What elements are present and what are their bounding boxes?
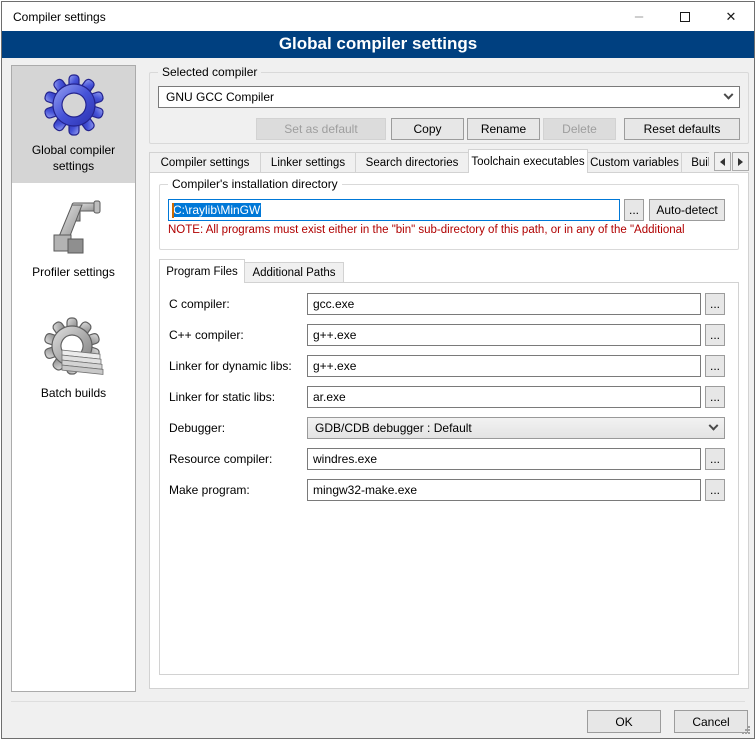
chevron-down-icon xyxy=(709,420,719,430)
maximize-icon[interactable] xyxy=(662,2,708,31)
delete-button: Delete xyxy=(543,118,616,140)
sidebar-item-profiler-settings[interactable]: Profiler settings xyxy=(12,188,135,289)
settings-category-list: Global compiler settings Profile xyxy=(11,65,136,692)
resource-compiler-input[interactable] xyxy=(307,448,701,470)
tab-scroll-right-icon[interactable] xyxy=(732,152,749,171)
caliper-icon xyxy=(42,195,106,259)
group-label: Compiler's installation directory xyxy=(168,177,342,191)
footer-separator xyxy=(11,701,745,702)
close-icon[interactable]: ✕ xyxy=(708,2,754,31)
compiler-select-value: GNU GCC Compiler xyxy=(166,90,274,104)
text-cursor xyxy=(172,203,174,218)
maximize-glyph xyxy=(680,12,690,22)
cpp-compiler-input[interactable] xyxy=(307,324,701,346)
gear-gray-icon xyxy=(42,316,106,380)
field-label: Linker for dynamic libs: xyxy=(169,359,307,373)
set-as-default-button: Set as default xyxy=(256,118,386,140)
field-label: C++ compiler: xyxy=(169,328,307,342)
window-title: Compiler settings xyxy=(2,10,106,24)
dynamic-linker-browse-button[interactable]: ... xyxy=(705,355,725,377)
copy-button[interactable]: Copy xyxy=(391,118,464,140)
static-linker-row: Linker for static libs: ... xyxy=(169,386,725,408)
tab-linker-settings[interactable]: Linker settings xyxy=(260,152,356,173)
c-compiler-row: C compiler: ... xyxy=(169,293,725,315)
toolchain-executables-page: Compiler's installation directory C:\ray… xyxy=(149,172,749,689)
left-arrow-glyph xyxy=(720,158,725,166)
dynamic-linker-input[interactable] xyxy=(307,355,701,377)
make-program-browse-button[interactable]: ... xyxy=(705,479,725,501)
tab-toolchain-executables[interactable]: Toolchain executables xyxy=(468,149,588,173)
resource-compiler-row: Resource compiler: ... xyxy=(169,448,725,470)
cpp-compiler-row: C++ compiler: ... xyxy=(169,324,725,346)
gear-blue-icon xyxy=(42,73,106,137)
sidebar-item-label: Profiler settings xyxy=(32,264,115,280)
c-compiler-browse-button[interactable]: ... xyxy=(705,293,725,315)
reset-defaults-button[interactable]: Reset defaults xyxy=(624,118,740,140)
sidebar-item-label: Global compiler settings xyxy=(15,142,132,174)
field-label: Linker for static libs: xyxy=(169,390,307,404)
tab-scroll-left-icon[interactable] xyxy=(714,152,731,171)
files-tabstrip: Program Files Additional Paths xyxy=(159,259,748,283)
browse-directory-button[interactable]: ... xyxy=(624,199,644,221)
debugger-select-value: GDB/CDB debugger : Default xyxy=(315,421,472,435)
tab-build-options[interactable]: Build xyxy=(681,152,709,173)
debugger-select[interactable]: GDB/CDB debugger : Default xyxy=(307,417,725,439)
program-files-panel: C compiler: ... C++ compiler: ... Linker… xyxy=(159,282,739,675)
settings-tabstrip: Compiler settings Linker settings Search… xyxy=(149,149,749,173)
static-linker-browse-button[interactable]: ... xyxy=(705,386,725,408)
tab-scroll-buttons xyxy=(713,152,749,171)
field-label: C compiler: xyxy=(169,297,307,311)
minimize-icon: – xyxy=(616,2,662,31)
resource-compiler-browse-button[interactable]: ... xyxy=(705,448,725,470)
bin-subdirectory-note: NOTE: All programs must exist either in … xyxy=(168,224,730,236)
rename-button[interactable]: Rename xyxy=(467,118,540,140)
cancel-button[interactable]: Cancel xyxy=(674,710,748,733)
installation-directory-group: Compiler's installation directory C:\ray… xyxy=(159,184,739,250)
installation-directory-input[interactable]: C:\raylib\MinGW xyxy=(168,199,620,221)
field-label: Make program: xyxy=(169,483,307,497)
dynamic-linker-row: Linker for dynamic libs: ... xyxy=(169,355,725,377)
ok-button[interactable]: OK xyxy=(587,710,661,733)
tab-search-directories[interactable]: Search directories xyxy=(355,152,469,173)
tab-program-files[interactable]: Program Files xyxy=(159,259,245,283)
c-compiler-input[interactable] xyxy=(307,293,701,315)
sidebar-item-global-compiler-settings[interactable]: Global compiler settings xyxy=(12,66,135,183)
make-program-row: Make program: ... xyxy=(169,479,725,501)
tab-compiler-settings[interactable]: Compiler settings xyxy=(149,152,261,173)
window-controls: – ✕ xyxy=(616,2,754,31)
selected-compiler-group: Selected compiler GNU GCC Compiler Set a… xyxy=(149,72,749,144)
field-label: Resource compiler: xyxy=(169,452,307,466)
compiler-buttons: Set as default Copy Rename Delete Reset … xyxy=(158,118,740,140)
group-label: Selected compiler xyxy=(158,65,261,79)
compiler-settings-dialog: Compiler settings – ✕ Global compiler se… xyxy=(1,1,755,739)
static-linker-input[interactable] xyxy=(307,386,701,408)
selected-path-text: C:\raylib\MinGW xyxy=(172,203,261,217)
titlebar: Compiler settings – ✕ xyxy=(2,2,754,31)
field-label: Debugger: xyxy=(169,421,307,435)
debugger-row: Debugger: GDB/CDB debugger : Default xyxy=(169,417,725,439)
tab-custom-variables[interactable]: Custom variables xyxy=(587,152,682,173)
header-banner: Global compiler settings xyxy=(2,31,754,58)
tabs-viewport: Compiler settings Linker settings Search… xyxy=(149,149,709,173)
chevron-down-icon xyxy=(724,89,734,99)
cpp-compiler-browse-button[interactable]: ... xyxy=(705,324,725,346)
make-program-input[interactable] xyxy=(307,479,701,501)
main-content: Selected compiler GNU GCC Compiler Set a… xyxy=(149,65,749,689)
resize-grip[interactable] xyxy=(740,724,751,735)
right-arrow-glyph xyxy=(738,158,743,166)
sidebar-item-label: Batch builds xyxy=(41,385,106,401)
installation-directory-row: C:\raylib\MinGW ... Auto-detect xyxy=(168,199,730,221)
auto-detect-button[interactable]: Auto-detect xyxy=(649,199,725,221)
tab-additional-paths[interactable]: Additional Paths xyxy=(244,262,344,283)
compiler-select[interactable]: GNU GCC Compiler xyxy=(158,86,740,108)
sidebar-item-batch-builds[interactable]: Batch builds xyxy=(12,309,135,410)
